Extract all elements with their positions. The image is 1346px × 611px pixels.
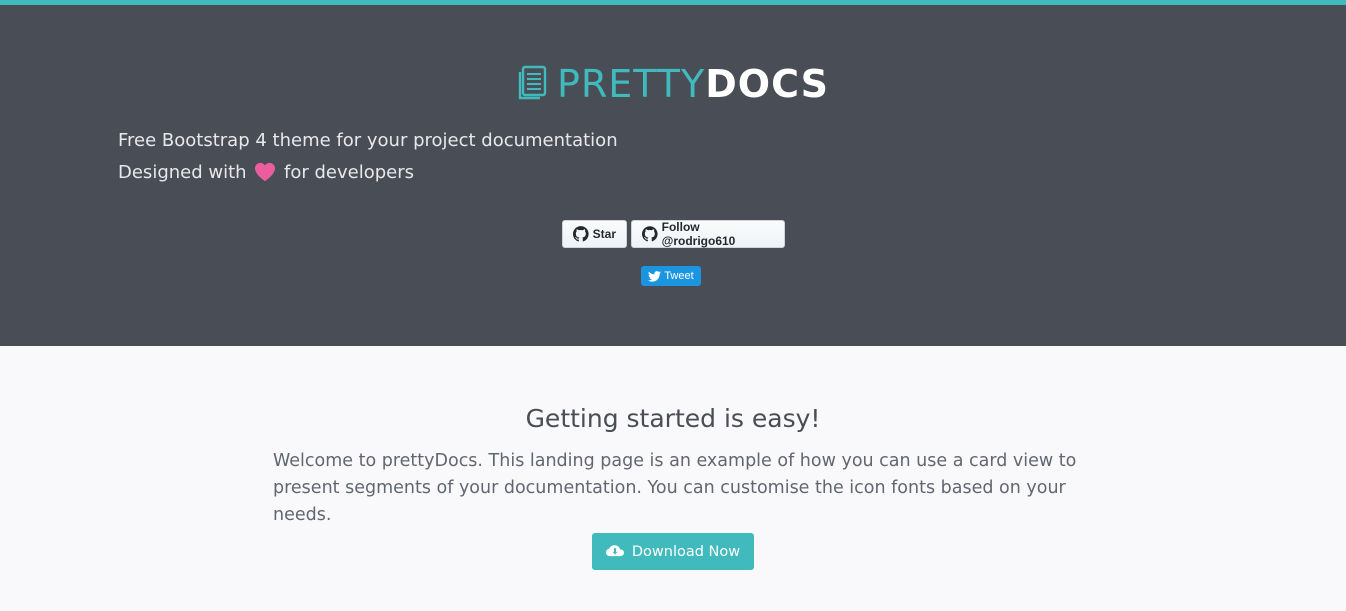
document-icon [518, 65, 547, 99]
twitter-bird-icon [648, 270, 662, 282]
download-button[interactable]: Download Now [592, 533, 754, 570]
intro-text: Welcome to prettyDocs. This landing page… [273, 451, 1077, 525]
tagline-line-2: Designed with for developers [118, 162, 414, 183]
site-logo[interactable]: PRETTYDOCS [0, 62, 1346, 106]
tweet-label: Tweet [664, 270, 694, 282]
tagline-suffix: for developers [284, 162, 415, 183]
github-follow-label: Follow @rodrigo610 [661, 220, 736, 248]
github-star-label: Star [592, 227, 616, 241]
tagline-prefix: Designed with [118, 162, 247, 183]
github-follow-button[interactable]: Follow @rodrigo610 [631, 220, 785, 248]
github-icon [642, 226, 658, 242]
logo-text-docs: DOCS [705, 62, 830, 106]
heart-icon [255, 162, 276, 182]
download-label: Download Now [631, 543, 741, 560]
section-title: Getting started is easy! [525, 404, 821, 433]
cloud-download-icon [605, 544, 624, 556]
tweet-button[interactable]: Tweet [641, 266, 701, 286]
tagline-line-1: Free Bootstrap 4 theme for your project … [118, 130, 618, 151]
github-icon [573, 226, 589, 242]
github-buttons: Star Follow @rodrigo610 [562, 220, 785, 248]
github-star-button[interactable]: Star [562, 220, 627, 248]
logo-text-pretty: PRETTY [556, 62, 706, 106]
